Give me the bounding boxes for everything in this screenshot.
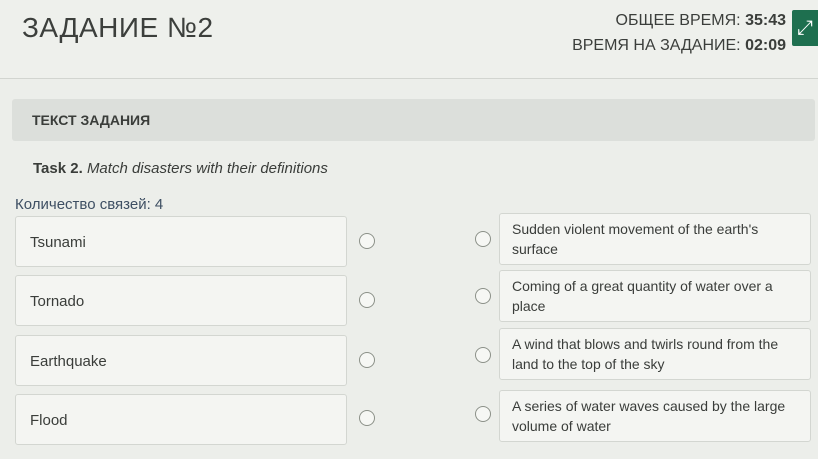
expand-icon: ⤢ bbox=[797, 17, 813, 39]
left-item-label: Tornado bbox=[30, 293, 85, 310]
left-item[interactable]: Earthquake bbox=[15, 335, 347, 386]
left-item-label: Earthquake bbox=[30, 353, 107, 370]
right-item-label: Sudden violent movement of the earth's s… bbox=[512, 221, 759, 257]
right-connector[interactable] bbox=[475, 406, 491, 422]
left-item[interactable]: Flood bbox=[15, 394, 347, 445]
left-item[interactable]: Tornado bbox=[15, 275, 347, 326]
left-connector[interactable] bbox=[359, 352, 375, 368]
total-time-label: ОБЩЕЕ ВРЕМЯ: bbox=[615, 12, 741, 29]
left-connector[interactable] bbox=[359, 292, 375, 308]
links-count: Количество связей: 4 bbox=[15, 196, 164, 213]
right-item-label: A wind that blows and twirls round from … bbox=[512, 336, 779, 372]
right-item-label: Coming of a great quantity of water over… bbox=[512, 278, 773, 314]
total-time: ОБЩЕЕ ВРЕМЯ: 35:43 bbox=[616, 12, 786, 30]
right-connector[interactable] bbox=[475, 288, 491, 304]
section-title: ТЕКСТ ЗАДАНИЯ bbox=[32, 112, 151, 128]
top-bar: ЗАДАНИЕ №2 ОБЩЕЕ ВРЕМЯ: 35:43 ВРЕМЯ НА З… bbox=[0, 0, 818, 78]
total-time-value: 35:43 bbox=[745, 12, 786, 29]
task-time-value: 02:09 bbox=[745, 37, 786, 54]
left-item-label: Tsunami bbox=[30, 234, 86, 251]
left-connector[interactable] bbox=[359, 410, 375, 426]
right-item-label: A series of water waves caused by the la… bbox=[512, 398, 786, 434]
left-item-label: Flood bbox=[30, 412, 68, 429]
task-instruction: Task 2. Match disasters with their defin… bbox=[33, 160, 328, 177]
right-item[interactable]: A wind that blows and twirls round from … bbox=[499, 328, 811, 380]
task-title: ЗАДАНИЕ №2 bbox=[22, 12, 214, 43]
right-connector[interactable] bbox=[475, 347, 491, 363]
fullscreen-button[interactable]: ⤢ bbox=[792, 10, 818, 46]
task-time: ВРЕМЯ НА ЗАДАНИЕ: 02:09 bbox=[572, 37, 786, 55]
right-connector[interactable] bbox=[475, 231, 491, 247]
section-header: ТЕКСТ ЗАДАНИЯ bbox=[12, 99, 815, 141]
left-item[interactable]: Tsunami bbox=[15, 216, 347, 267]
task-number: Task 2. bbox=[33, 160, 83, 177]
header-divider bbox=[0, 78, 818, 79]
left-connector[interactable] bbox=[359, 233, 375, 249]
task-instruction-text: Match disasters with their definitions bbox=[86, 160, 328, 177]
right-item[interactable]: A series of water waves caused by the la… bbox=[499, 390, 811, 442]
right-item[interactable]: Sudden violent movement of the earth's s… bbox=[499, 213, 811, 265]
task-time-label: ВРЕМЯ НА ЗАДАНИЕ: bbox=[572, 37, 741, 54]
right-item[interactable]: Coming of a great quantity of water over… bbox=[499, 270, 811, 322]
